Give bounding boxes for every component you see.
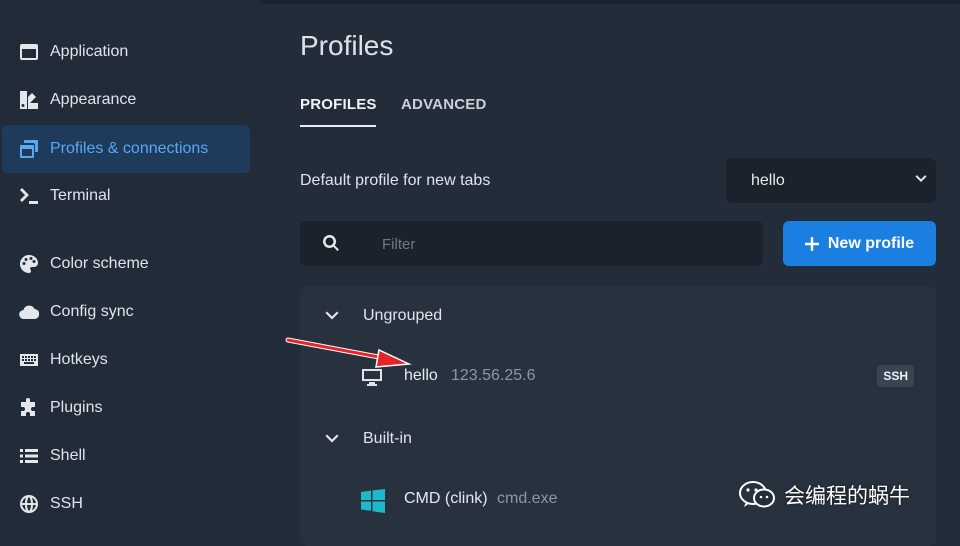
sidebar-item-label: Terminal [50,187,111,204]
windows-logo-icon [360,488,385,513]
sidebar-item-appearance[interactable]: Appearance [2,76,250,124]
sidebar-item-label: Config sync [50,303,134,320]
tab-advanced[interactable]: ADVANCED [401,96,487,113]
sidebar-item-label: Application [50,43,129,60]
palette-icon [18,253,40,275]
sidebar-item-profiles-connections[interactable]: Profiles & connections [2,125,250,173]
sidebar-item-label: Plugins [50,399,103,416]
profile-name: hello [404,367,438,384]
sidebar-item-label: Appearance [50,91,137,108]
list-icon [18,445,40,467]
sidebar-item-label: Color scheme [50,255,149,272]
active-tab-indicator [300,125,376,127]
page-title: Profiles [300,30,394,61]
sidebar-item-application[interactable]: Application [2,28,250,76]
terminal-prompt-icon [18,185,40,207]
watermark: 会编程的蜗牛 [738,480,910,510]
filter-input[interactable] [380,231,744,257]
watermark-text: 会编程的蜗牛 [784,485,910,508]
sidebar-item-hotkeys[interactable]: Hotkeys [2,336,250,384]
profile-host: 123.56.25.6 [451,367,536,384]
tab-profiles[interactable]: PROFILES [300,96,377,113]
sidebar-item-config-sync[interactable]: Config sync [2,288,250,336]
window-stack-icon [18,138,40,160]
application-icon [18,41,40,63]
wechat-logo-icon [739,481,775,508]
sidebar-item-label: Hotkeys [50,351,108,368]
sidebar-item-label: Shell [50,447,86,464]
filter-box [300,221,763,266]
keyboard-icon [18,349,40,371]
search-icon [322,234,340,252]
profiles-page: Profiles PROFILES ADVANCED Default profi… [300,0,936,546]
chevron-down-icon [324,431,340,447]
sidebar-item-shell[interactable]: Shell [2,432,250,480]
sidebar-item-label: Profiles & connections [50,140,209,157]
ssh-badge: SSH [877,365,914,387]
profile-name: CMD (clink) [404,490,488,507]
plus-icon [804,236,819,251]
cloud-icon [18,301,40,323]
sidebar-item-plugins[interactable]: Plugins [2,384,250,432]
default-profile-label: Default profile for new tabs [300,172,491,189]
group-header-built-in[interactable]: Built-in [300,419,936,459]
group-label: Ungrouped [363,307,443,324]
monitor-icon [360,365,384,389]
sidebar-item-color-scheme[interactable]: Color scheme [2,240,250,288]
sidebar-item-ssh[interactable]: SSH [2,480,250,528]
sidebar-item-terminal[interactable]: Terminal [2,172,250,220]
group-label: Built-in [363,430,412,447]
new-profile-label: New profile [827,234,915,252]
sidebar-item-label: SSH [50,495,83,512]
globe-icon [18,493,40,515]
default-profile-value: hello [751,171,785,189]
profile-host: cmd.exe [497,490,558,507]
chevron-down-icon [914,172,928,186]
appearance-icon [18,89,40,111]
new-profile-button[interactable]: New profile [783,221,936,266]
group-header-ungrouped[interactable]: Ungrouped [300,296,936,336]
puzzle-icon [18,397,40,419]
profile-row-hello[interactable]: hello 123.56.25.6 SSH [300,355,936,399]
chevron-down-icon [324,308,340,324]
settings-sidebar: Application Appearance Profiles & connec… [0,0,260,538]
default-profile-select[interactable]: hello [726,158,936,203]
